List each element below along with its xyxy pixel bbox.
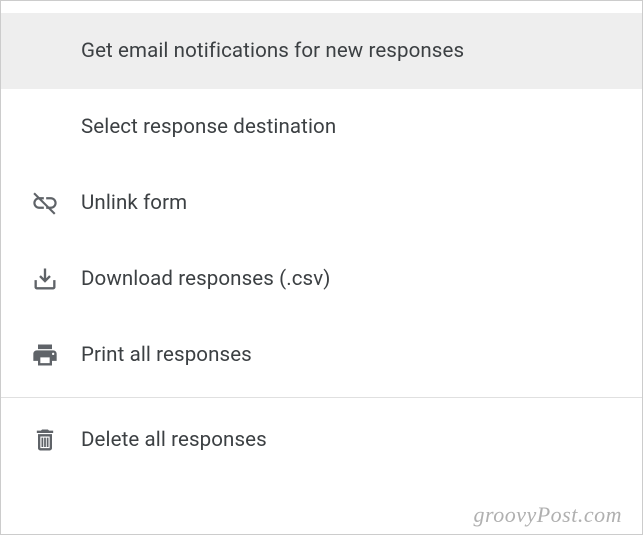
delete-icon [31, 426, 59, 454]
responses-menu: Get email notifications for new response… [1, 1, 642, 478]
menu-item-label: Select response destination [81, 115, 336, 139]
menu-item-delete-responses[interactable]: Delete all responses [1, 402, 642, 478]
menu-item-email-notifications[interactable]: Get email notifications for new response… [1, 13, 642, 89]
icon-slot [31, 189, 81, 217]
menu-item-label: Delete all responses [81, 428, 267, 452]
menu-item-label: Unlink form [81, 191, 187, 215]
menu-item-label: Print all responses [81, 343, 252, 367]
unlink-icon [31, 189, 59, 217]
menu-item-unlink-form[interactable]: Unlink form [1, 165, 642, 241]
menu-item-print-responses[interactable]: Print all responses [1, 317, 642, 393]
menu-item-label: Download responses (.csv) [81, 267, 331, 291]
icon-slot [31, 426, 81, 454]
menu-item-download-responses[interactable]: Download responses (.csv) [1, 241, 642, 317]
menu-item-select-destination[interactable]: Select response destination [1, 89, 642, 165]
download-icon [31, 265, 59, 293]
print-icon [31, 341, 59, 369]
icon-slot [31, 265, 81, 293]
menu-separator [1, 397, 642, 398]
watermark-text: groovyPost.com [473, 502, 622, 528]
menu-item-label: Get email notifications for new response… [81, 39, 464, 63]
icon-slot [31, 341, 81, 369]
